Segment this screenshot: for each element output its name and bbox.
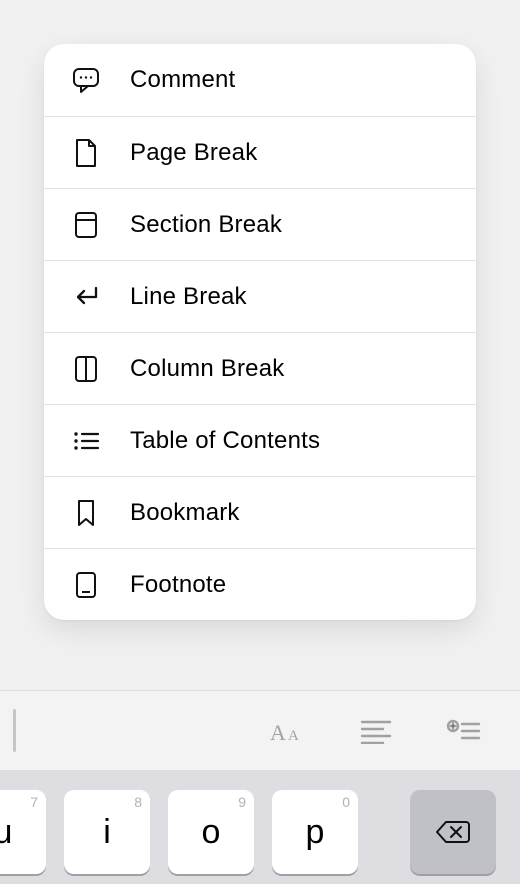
key-main: p (306, 813, 325, 852)
menu-item-label: Line Break (130, 283, 247, 311)
text-cursor (13, 709, 16, 752)
key-main: u (0, 813, 12, 852)
bookmark-icon (70, 497, 102, 529)
key-backspace[interactable] (410, 790, 496, 874)
menu-item-label: Table of Contents (130, 427, 320, 455)
key-hint: 7 (30, 794, 38, 810)
backspace-icon (433, 817, 473, 847)
keyboard-row: 7 u 8 i 9 o 0 p (0, 770, 520, 884)
text-format-button[interactable]: A A (266, 709, 310, 753)
menu-item-toc[interactable]: Table of Contents (44, 404, 476, 476)
menu-item-bookmark[interactable]: Bookmark (44, 476, 476, 548)
columns-icon (70, 353, 102, 385)
keyboard-accessory-bar: A A (0, 690, 520, 770)
menu-item-label: Section Break (130, 211, 282, 239)
menu-item-column-break[interactable]: Column Break (44, 332, 476, 404)
section-icon (70, 209, 102, 241)
key-main: o (202, 813, 221, 852)
list-bullets-icon (70, 425, 102, 457)
menu-item-label: Bookmark (130, 499, 240, 527)
menu-item-page-break[interactable]: Page Break (44, 116, 476, 188)
menu-item-line-break[interactable]: Line Break (44, 260, 476, 332)
menu-item-label: Page Break (130, 139, 257, 167)
key-hint: 8 (134, 794, 142, 810)
key-hint: 0 (342, 794, 350, 810)
insert-list-button[interactable] (442, 709, 486, 753)
menu-item-label: Footnote (130, 571, 226, 599)
key-hint: 9 (238, 794, 246, 810)
svg-text:A: A (288, 728, 299, 744)
menu-item-label: Column Break (130, 355, 284, 383)
menu-item-section-break[interactable]: Section Break (44, 188, 476, 260)
menu-item-comment[interactable]: Comment (44, 44, 476, 116)
menu-item-label: Comment (130, 66, 235, 94)
paragraph-align-button[interactable] (354, 709, 398, 753)
footnote-icon (70, 569, 102, 601)
key-o[interactable]: 9 o (168, 790, 254, 874)
comment-icon (70, 64, 102, 96)
key-p[interactable]: 0 p (272, 790, 358, 874)
key-main: i (103, 813, 111, 852)
page-icon (70, 137, 102, 169)
key-u[interactable]: 7 u (0, 790, 46, 874)
return-icon (70, 281, 102, 313)
menu-item-footnote[interactable]: Footnote (44, 548, 476, 620)
insert-menu-popover: Comment Page Break Section Break Line Br… (44, 44, 476, 620)
svg-text:A: A (270, 720, 286, 745)
key-i[interactable]: 8 i (64, 790, 150, 874)
